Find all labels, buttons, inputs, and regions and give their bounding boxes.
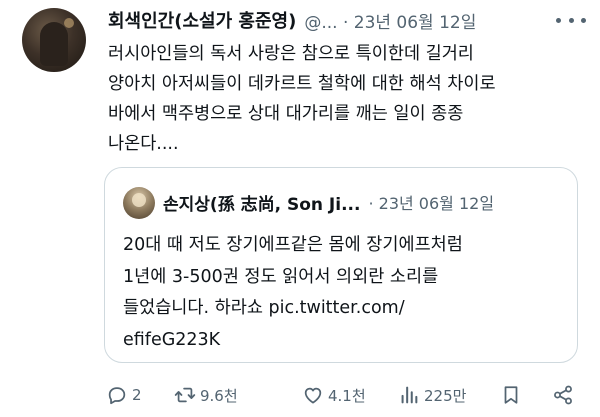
tweet-text: 러시아인들의 독서 사랑은 참으로 특이한데 길거리 양아치 아저씨들이 데카르… xyxy=(108,39,578,159)
more-dot xyxy=(581,17,586,23)
reply-icon xyxy=(108,387,126,405)
tweet-header: 회색인간(소설가 홍준영) @... · 23년 06월 12일 xyxy=(108,6,586,34)
reply-count: 2 xyxy=(132,386,142,404)
tweet-text-line: 바에서 맥주병으로 상대 대가리를 깨는 일이 종종 xyxy=(108,104,464,124)
views-icon xyxy=(401,386,418,404)
quoted-text-line: 들었습니다. 하라쇼 pic.twitter.com/ xyxy=(123,298,405,318)
quoted-text-line: 1년에 3-500권 정도 읽어서 의외란 소리를 xyxy=(123,266,439,287)
avatar-figure xyxy=(40,22,68,66)
bookmark-icon xyxy=(504,386,518,404)
tweet-text-line: 러시아인들의 독서 사랑은 참으로 특이한데 길거리 xyxy=(108,44,474,64)
author-meta[interactable]: @... · 23년 06월 12일 xyxy=(304,8,476,33)
more-icon[interactable] xyxy=(556,10,586,30)
views-button[interactable]: 225만 xyxy=(398,380,466,410)
quoted-author-avatar xyxy=(123,187,155,219)
quoted-tweet-text: 20대 때 저도 장기에프같은 몸에 장기에프처럼 1년에 3-500권 정도 … xyxy=(123,230,563,356)
bookmark-button[interactable] xyxy=(500,380,522,410)
quoted-tweet-header: 손지상(孫 志尚, Son Ji... · 23년 06월 12일 xyxy=(163,188,567,216)
retweet-icon xyxy=(174,387,196,403)
more-dot xyxy=(556,17,561,23)
quoted-tweet[interactable]: 손지상(孫 志尚, Son Ji... · 23년 06월 12일 20대 때 … xyxy=(104,167,578,363)
author-avatar[interactable] xyxy=(22,8,86,72)
retweet-count: 9.6천 xyxy=(200,386,238,405)
reply-button[interactable]: 2 xyxy=(106,380,142,410)
quoted-text-line: 20대 때 저도 장기에프같은 몸에 장기에프처럼 xyxy=(123,235,463,255)
author-name[interactable]: 회색인간(소설가 홍준영) xyxy=(108,7,296,33)
like-count: 4.1천 xyxy=(328,386,366,405)
tweet-text-line: 나온다.... xyxy=(108,134,179,154)
like-button[interactable]: 4.1천 xyxy=(302,380,366,410)
action-bar: 2 9.6천 4.1천 225만 xyxy=(106,380,578,410)
view-count: 225만 xyxy=(424,386,467,405)
quoted-text-line: efifeG223K xyxy=(123,329,221,350)
tweet-text-line: 양아치 아저씨들이 데카르트 철학에 대한 해석 차이로 xyxy=(108,74,496,94)
retweet-button[interactable]: 9.6천 xyxy=(174,380,238,410)
share-icon xyxy=(554,385,572,405)
like-icon xyxy=(304,387,322,404)
more-dot xyxy=(568,17,574,23)
avatar-light xyxy=(64,18,74,28)
share-button[interactable] xyxy=(552,380,574,410)
quoted-meta: · 23년 06월 12일 xyxy=(368,194,495,213)
quoted-author-name: 손지상(孫 志尚, Son Ji... xyxy=(163,194,361,215)
